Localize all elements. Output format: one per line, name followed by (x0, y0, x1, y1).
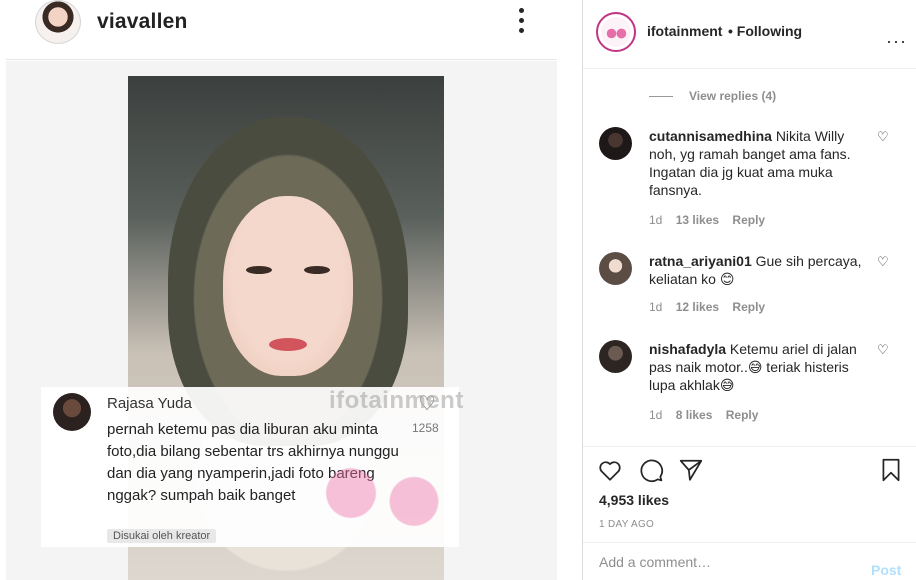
comment-time: 1d (649, 213, 663, 227)
view-replies-link[interactable]: View replies (4) (689, 89, 776, 103)
comment-username[interactable]: ratna_ariyani01 (649, 253, 752, 269)
like-count[interactable]: 4,953 likes (599, 492, 669, 508)
comment-likes[interactable]: 8 likes (676, 408, 713, 422)
embedded-comment-likes: 1258 (412, 421, 439, 435)
photo-author-avatar[interactable] (35, 0, 81, 44)
photo-column: viavallen Rajasa Yuda pernah ketemu pas … (0, 0, 582, 580)
account-username[interactable]: ifotainment (647, 23, 722, 39)
add-comment-bar: Post (583, 542, 916, 580)
photo-header: viavallen (6, 0, 557, 60)
post-date[interactable]: 1 DAY AGO (599, 519, 654, 530)
like-heart-icon[interactable] (597, 457, 623, 483)
save-bookmark-icon[interactable] (878, 457, 904, 483)
comments-list[interactable]: View replies (4) cutannisamedhina Nikita… (583, 69, 916, 446)
embedded-comment-avatar (53, 393, 91, 431)
more-options-icon[interactable] (517, 8, 525, 36)
reply-button[interactable]: Reply (732, 300, 765, 314)
share-icon[interactable] (678, 457, 704, 483)
comment-likes[interactable]: 13 likes (676, 213, 719, 227)
post-button[interactable]: Post (871, 562, 901, 578)
post-actions: 4,953 likes 1 DAY AGO (583, 446, 916, 542)
comment-avatar[interactable] (599, 252, 632, 285)
reply-button[interactable]: Reply (726, 408, 759, 422)
comment-body: ratna_ariyani01 Gue sih percaya, keliata… (649, 252, 869, 288)
comment-avatar[interactable] (599, 340, 632, 373)
comment-avatar[interactable] (599, 127, 632, 160)
heart-icon[interactable]: ♡ (877, 129, 889, 145)
watermark-figure (306, 437, 456, 577)
comment-meta: 1d 12 likes Reply (649, 300, 775, 314)
comment-body: nishafadyla Ketemu ariel di jalan pas na… (649, 340, 869, 394)
reply-button[interactable]: Reply (732, 213, 765, 227)
account-avatar[interactable] (596, 12, 636, 52)
comment-time: 1d (649, 300, 663, 314)
photo-author-username[interactable]: viavallen (97, 10, 188, 34)
comments-column: ifotainment • Following ··· View replies… (582, 0, 916, 580)
embedded-comment-username: Rajasa Yuda (107, 395, 192, 412)
following-status[interactable]: • Following (728, 23, 802, 39)
comment-icon[interactable] (638, 457, 664, 483)
heart-icon[interactable]: ♡ (877, 342, 889, 358)
comment-body: cutannisamedhina Nikita Willy noh, yg ra… (649, 127, 869, 199)
watermark: ifotainment (329, 387, 464, 414)
post-header: ifotainment • Following ··· (583, 0, 916, 69)
comment-meta: 1d 13 likes Reply (649, 213, 775, 227)
comment-meta: 1d 8 likes Reply (649, 408, 768, 422)
comment-likes[interactable]: 12 likes (676, 300, 719, 314)
heart-icon[interactable]: ♡ (877, 254, 889, 270)
liked-by-creator-badge: Disukai oleh kreator (107, 529, 217, 543)
comment-time: 1d (649, 408, 663, 422)
replies-divider (649, 96, 673, 97)
more-icon[interactable]: ··· (886, 31, 907, 52)
comment-username[interactable]: cutannisamedhina (649, 128, 772, 144)
add-comment-input[interactable] (599, 543, 849, 580)
comment-username[interactable]: nishafadyla (649, 341, 726, 357)
post-image[interactable]: Rajasa Yuda pernah ketemu pas dia libura… (6, 61, 557, 580)
